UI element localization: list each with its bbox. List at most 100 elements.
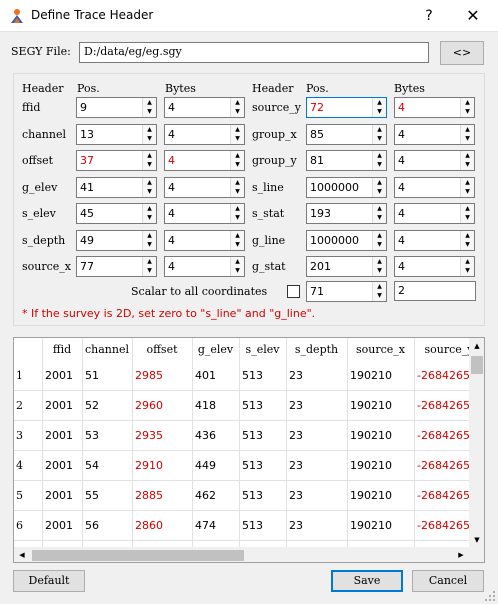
row-header[interactable]: 4 <box>14 459 42 472</box>
column-header-offset[interactable]: offset <box>132 338 192 361</box>
bytes-spinbox-channel[interactable]: 4 ▲ ▼ <box>164 123 245 145</box>
spin-up-icon[interactable]: ▲ <box>143 257 156 266</box>
table-cell[interactable]: 513 <box>242 399 263 412</box>
spin-arrows[interactable]: ▲ ▼ <box>230 151 244 170</box>
column-header-source_x[interactable]: source_x <box>347 338 414 361</box>
table-cell[interactable]: 2001 <box>45 519 73 532</box>
spin-up-icon[interactable]: ▲ <box>231 98 244 107</box>
scroll-right-icon[interactable]: ▶ <box>453 547 469 562</box>
row-header[interactable]: 3 <box>14 429 42 442</box>
spin-up-icon[interactable]: ▲ <box>461 125 474 134</box>
scroll-left-icon[interactable]: ◀ <box>14 547 30 562</box>
table-cell[interactable]: 53 <box>85 429 99 442</box>
table-cell[interactable]: 2001 <box>45 459 73 472</box>
table-cell[interactable]: 23 <box>289 459 303 472</box>
spin-up-icon[interactable]: ▲ <box>143 178 156 187</box>
spin-up-icon[interactable]: ▲ <box>231 178 244 187</box>
spin-up-icon[interactable]: ▲ <box>143 231 156 240</box>
bytes-spinbox-s_line[interactable]: 4 ▲ ▼ <box>394 176 475 198</box>
table-cell[interactable]: 56 <box>85 519 99 532</box>
table-cell[interactable]: 55 <box>85 489 99 502</box>
table-cell[interactable]: 23 <box>289 519 303 532</box>
pos-spinbox-channel[interactable]: 13 ▲ ▼ <box>76 123 157 145</box>
table-cell[interactable]: 190210 <box>350 459 392 472</box>
spin-arrows[interactable]: ▲ ▼ <box>230 257 244 276</box>
spin-down-icon[interactable]: ▼ <box>143 213 156 222</box>
pos-spinbox-source_x[interactable]: 77 ▲ ▼ <box>76 256 157 277</box>
spin-arrows[interactable]: ▲ ▼ <box>372 282 386 301</box>
spin-arrows[interactable]: ▲ ▼ <box>142 257 156 276</box>
spin-up-icon[interactable]: ▲ <box>373 178 386 187</box>
spin-down-icon[interactable]: ▼ <box>231 107 244 116</box>
spin-up-icon[interactable]: ▲ <box>373 257 386 266</box>
spin-arrows[interactable]: ▲ ▼ <box>372 204 386 223</box>
spin-up-icon[interactable]: ▲ <box>461 257 474 266</box>
spin-up-icon[interactable]: ▲ <box>461 204 474 213</box>
spin-down-icon[interactable]: ▼ <box>143 187 156 196</box>
resize-grip-icon[interactable] <box>484 590 496 602</box>
spin-arrows[interactable]: ▲ ▼ <box>460 177 474 197</box>
table-cell[interactable]: 474 <box>195 519 216 532</box>
spin-down-icon[interactable]: ▼ <box>373 187 386 196</box>
horizontal-scrollbar[interactable]: ◀ ▶ <box>14 547 469 562</box>
horizontal-scroll-thumb[interactable] <box>32 550 244 561</box>
row-header[interactable]: 6 <box>14 519 42 532</box>
spin-arrows[interactable]: ▲ ▼ <box>230 124 244 144</box>
spin-up-icon[interactable]: ▲ <box>143 151 156 160</box>
pos-spinbox-offset[interactable]: 37 ▲ ▼ <box>76 150 157 171</box>
column-header-g_elev[interactable]: g_elev <box>192 338 239 361</box>
spin-arrows[interactable]: ▲ ▼ <box>460 98 474 117</box>
spin-arrows[interactable]: ▲ ▼ <box>230 230 244 250</box>
bytes-spinbox-g_line[interactable]: 4 ▲ ▼ <box>394 229 475 251</box>
table-cell[interactable]: 2001 <box>45 369 73 382</box>
spin-up-icon[interactable]: ▲ <box>461 231 474 240</box>
spin-down-icon[interactable]: ▼ <box>143 134 156 143</box>
spin-up-icon[interactable]: ▲ <box>373 98 386 107</box>
spin-up-icon[interactable]: ▲ <box>373 231 386 240</box>
bytes-spinbox-source_y[interactable]: 4 ▲ ▼ <box>394 97 475 118</box>
spin-arrows[interactable]: ▲ ▼ <box>230 204 244 223</box>
spin-arrows[interactable]: ▲ ▼ <box>230 177 244 197</box>
bytes-spinbox-s_stat[interactable]: 4 ▲ ▼ <box>394 203 475 224</box>
table-cell[interactable]: 2001 <box>45 399 73 412</box>
spin-down-icon[interactable]: ▼ <box>461 107 474 116</box>
bytes-spinbox-ffid[interactable]: 4 ▲ ▼ <box>164 97 245 118</box>
spin-down-icon[interactable]: ▼ <box>461 266 474 275</box>
bytes-spinbox-source_x[interactable]: 4 ▲ ▼ <box>164 256 245 277</box>
table-cell[interactable]: 418 <box>195 399 216 412</box>
spin-up-icon[interactable]: ▲ <box>143 98 156 107</box>
spin-down-icon[interactable]: ▼ <box>231 187 244 196</box>
spin-arrows[interactable]: ▲ ▼ <box>372 124 386 144</box>
default-button[interactable]: Default <box>13 570 85 592</box>
spin-arrows[interactable]: ▲ ▼ <box>372 98 386 117</box>
spin-up-icon[interactable]: ▲ <box>461 151 474 160</box>
scalar-pos-spinbox[interactable]: 71 ▲ ▼ <box>306 281 387 302</box>
spin-up-icon[interactable]: ▲ <box>143 125 156 134</box>
spin-arrows[interactable]: ▲ ▼ <box>460 151 474 170</box>
spin-down-icon[interactable]: ▼ <box>143 107 156 116</box>
table-cell[interactable]: 54 <box>85 459 99 472</box>
pos-spinbox-s_line[interactable]: 1000000 ▲ ▼ <box>306 176 387 198</box>
spin-arrows[interactable]: ▲ ▼ <box>460 230 474 250</box>
table-cell[interactable]: 190210 <box>350 369 392 382</box>
scalar-checkbox[interactable] <box>287 285 300 298</box>
spin-up-icon[interactable]: ▲ <box>461 178 474 187</box>
vertical-scrollbar[interactable]: ▲ ▼ <box>469 338 484 548</box>
spin-arrows[interactable]: ▲ ▼ <box>142 204 156 223</box>
spin-arrows[interactable]: ▲ ▼ <box>142 151 156 170</box>
pos-spinbox-group_y[interactable]: 81 ▲ ▼ <box>306 150 387 171</box>
row-header[interactable]: 2 <box>14 399 42 412</box>
pos-spinbox-ffid[interactable]: 9 ▲ ▼ <box>76 97 157 118</box>
table-cell[interactable]: 23 <box>289 489 303 502</box>
pos-spinbox-g_line[interactable]: 1000000 ▲ ▼ <box>306 229 387 251</box>
table-cell[interactable]: 190210 <box>350 519 392 532</box>
spin-down-icon[interactable]: ▼ <box>231 134 244 143</box>
spin-down-icon[interactable]: ▼ <box>231 240 244 249</box>
spin-arrows[interactable]: ▲ ▼ <box>230 98 244 117</box>
pos-spinbox-s_stat[interactable]: 193 ▲ ▼ <box>306 203 387 224</box>
spin-down-icon[interactable]: ▼ <box>373 107 386 116</box>
spin-up-icon[interactable]: ▲ <box>461 98 474 107</box>
spin-arrows[interactable]: ▲ ▼ <box>142 230 156 250</box>
table-cell[interactable]: 2860 <box>135 519 163 532</box>
bytes-spinbox-s_depth[interactable]: 4 ▲ ▼ <box>164 229 245 251</box>
